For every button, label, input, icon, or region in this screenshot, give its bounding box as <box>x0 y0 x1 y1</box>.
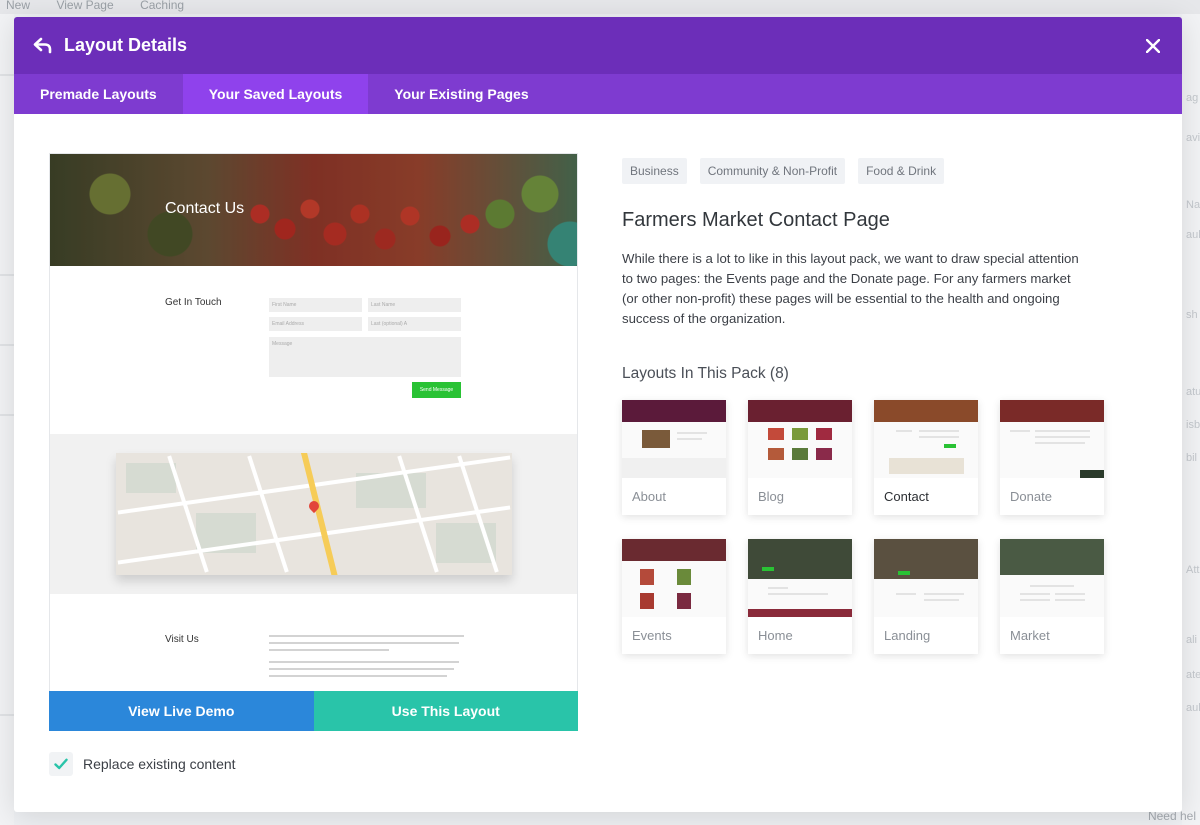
category-food-drink[interactable]: Food & Drink <box>858 158 945 184</box>
modal-title: Layout Details <box>64 35 188 55</box>
preview-visit-us: Visit Us <box>165 634 199 645</box>
preview-send-button: Send Message <box>412 382 461 398</box>
replace-content-checkbox[interactable] <box>49 752 73 776</box>
thumb-label: Donate <box>1010 489 1052 504</box>
layout-thumb-events[interactable]: Events <box>622 539 726 654</box>
preview-actions: View Live Demo Use This Layout <box>49 691 578 731</box>
back-icon[interactable] <box>30 33 56 59</box>
preview-get-in-touch: Get In Touch <box>165 297 222 308</box>
layout-thumb-donate[interactable]: Donate <box>1000 400 1104 515</box>
replace-content-option: Replace existing content <box>49 752 236 776</box>
category-community-non-profit[interactable]: Community & Non-Profit <box>699 158 846 184</box>
preview-hero-image: Contact Us <box>50 154 577 266</box>
preview-hero-title: Contact Us <box>165 200 245 217</box>
thumb-label: Events <box>632 628 672 643</box>
bg-fragment: sh <box>1186 309 1198 321</box>
background-toolbar: New View Page Caching <box>0 0 1200 14</box>
view-live-demo-button[interactable]: View Live Demo <box>49 691 314 731</box>
modal-tabs: Premade Layouts Your Saved Layouts Your … <box>14 74 1182 114</box>
thumb-preview <box>622 400 726 478</box>
close-icon[interactable] <box>1142 35 1164 57</box>
layout-thumb-home[interactable]: Home <box>748 539 852 654</box>
preview-last-name-field: Last Name <box>368 298 461 312</box>
bg-fragment: Na <box>1186 199 1200 211</box>
layout-thumb-contact[interactable]: Contact <box>874 400 978 515</box>
thumb-label: Contact <box>884 489 929 504</box>
thumb-label: About <box>632 489 666 504</box>
category-tags: Business Community & Non-Profit Food & D… <box>622 158 957 184</box>
layout-details-modal: Layout Details Premade Layouts Your Save… <box>14 17 1182 812</box>
bg-fragment: ali <box>1186 634 1198 646</box>
bg-fragment: ag <box>1186 92 1199 104</box>
bg-fragment: atu <box>1186 386 1200 398</box>
bg-fragment: ault <box>1186 229 1200 241</box>
thumb-preview <box>622 539 726 617</box>
thumb-preview <box>874 400 978 478</box>
tab-your-existing-pages[interactable]: Your Existing Pages <box>368 74 554 114</box>
thumb-preview <box>748 539 852 617</box>
check-icon <box>54 758 68 770</box>
replace-content-label: Replace existing content <box>83 756 236 772</box>
use-this-layout-button[interactable]: Use This Layout <box>313 691 578 731</box>
bg-fragment: isb <box>1186 419 1200 431</box>
layout-title: Farmers Market Contact Page <box>622 209 890 231</box>
preview-message-field: Message <box>269 337 461 377</box>
background-left-panel <box>0 14 14 825</box>
layout-thumb-blog[interactable]: Blog <box>748 400 852 515</box>
thumb-preview <box>1000 400 1104 478</box>
layout-thumb-market[interactable]: Market <box>1000 539 1104 654</box>
bg-fragment: Att <box>1186 564 1200 576</box>
bg-menu-view-page: View Page <box>56 0 114 12</box>
layout-description: While there is a lot to like in this lay… <box>622 251 1079 326</box>
thumb-preview <box>1000 539 1104 617</box>
bg-fragment: bil <box>1186 452 1198 464</box>
bg-menu-caching: Caching <box>140 0 185 12</box>
bg-fragment: avi <box>1186 132 1200 144</box>
layout-thumb-about[interactable]: About <box>622 400 726 515</box>
thumb-label: Blog <box>758 489 785 504</box>
bg-fragment: ault <box>1186 702 1200 714</box>
layout-preview: Contact Us Get In Touch First Name Last … <box>49 153 578 731</box>
bg-menu-new: New <box>6 0 31 12</box>
layout-thumb-landing[interactable]: Landing <box>874 539 978 654</box>
tab-premade-layouts[interactable]: Premade Layouts <box>14 74 183 114</box>
preview-email-field: Email Address <box>269 317 362 331</box>
thumb-preview <box>874 539 978 617</box>
preview-map <box>116 453 512 575</box>
category-business[interactable]: Business <box>622 158 687 184</box>
preview-first-name-field: First Name <box>269 298 362 312</box>
thumb-label: Home <box>758 628 793 643</box>
thumb-label: Landing <box>884 628 931 643</box>
thumb-label: Market <box>1010 628 1050 643</box>
tab-your-saved-layouts[interactable]: Your Saved Layouts <box>182 74 369 114</box>
preview-optional-field: Last (optional) A <box>368 317 461 331</box>
pack-title: Layouts In This Pack (8) <box>622 365 789 382</box>
background-right-panel: ag avi Na ault sh atu isb bil Att ali at… <box>1182 14 1200 825</box>
modal-header: Layout Details <box>14 17 1182 74</box>
bg-fragment: ate <box>1186 669 1200 681</box>
thumb-preview <box>748 400 852 478</box>
